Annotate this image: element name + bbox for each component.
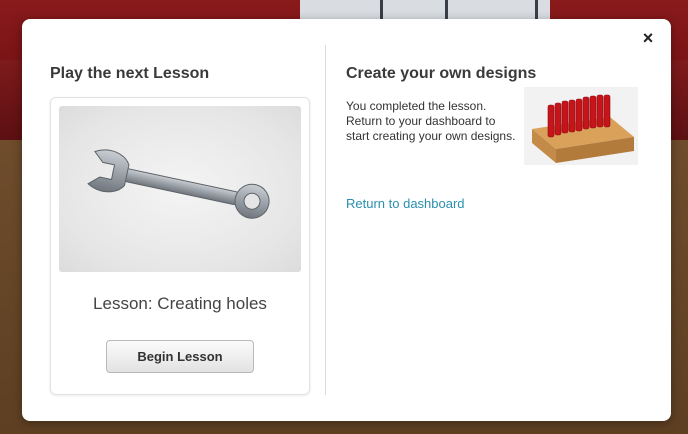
return-to-dashboard-link[interactable]: Return to dashboard bbox=[346, 196, 465, 211]
column-divider bbox=[325, 45, 326, 395]
completion-description: You completed the lesson. Return to your… bbox=[346, 99, 516, 143]
lesson-complete-dialog: × Play the next Lesson Lesson: Creating … bbox=[22, 19, 671, 421]
lesson-title: Lesson: Creating holes bbox=[93, 294, 267, 313]
close-icon[interactable]: × bbox=[639, 29, 657, 47]
next-lesson-heading: Play the next Lesson bbox=[50, 65, 210, 82]
wrench-icon bbox=[87, 149, 270, 219]
create-designs-heading: Create your own designs bbox=[346, 65, 537, 82]
begin-lesson-button[interactable]: Begin Lesson bbox=[106, 340, 254, 373]
red-pegs-on-box-icon bbox=[524, 87, 638, 165]
lesson-thumbnail[interactable] bbox=[59, 106, 301, 272]
designs-image bbox=[524, 87, 638, 165]
lesson-card[interactable]: Lesson: Creating holes Begin Lesson bbox=[50, 97, 310, 395]
